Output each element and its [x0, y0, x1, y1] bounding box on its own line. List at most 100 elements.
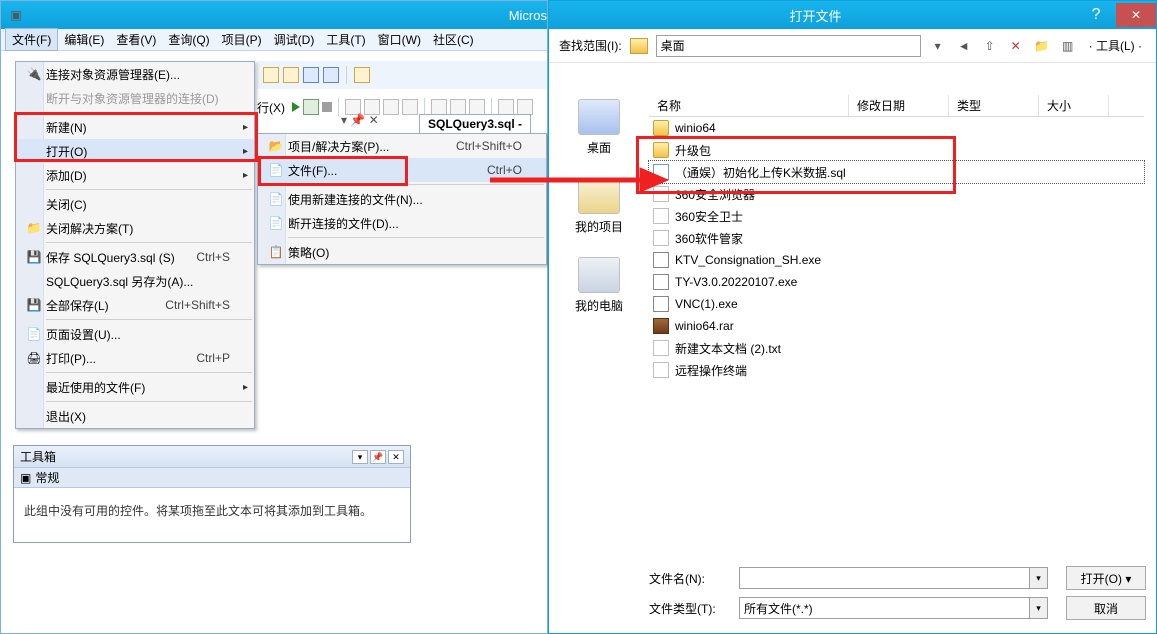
exe-icon [653, 252, 669, 268]
dropdown-icon[interactable]: ▾ [1029, 568, 1047, 588]
menu-new[interactable]: 新建(N)▸ [16, 115, 254, 139]
place-label: 我的电脑 [575, 297, 623, 314]
menu-page-setup[interactable]: 📄页面设置(U)... [16, 322, 254, 346]
close-button[interactable]: ✕ [1116, 3, 1156, 27]
file-row[interactable]: TY-V3.0.20220107.exe [649, 271, 1144, 293]
file-row[interactable]: winio64 [649, 117, 1144, 139]
folder-icon [653, 120, 669, 136]
app-icon: ▣ [7, 6, 25, 24]
menu-exit[interactable]: 退出(X) [16, 404, 254, 428]
file-row[interactable]: 360安全卫士 [649, 205, 1144, 227]
submenu-file-disconn[interactable]: 📄断开连接的文件(D)... [258, 211, 546, 235]
filetype-value: 所有文件(*.*) [744, 600, 813, 617]
menu-save-as[interactable]: SQLQuery3.sql 另存为(A)... [16, 269, 254, 293]
toolbar-icon[interactable] [283, 67, 299, 83]
open-file-dialog: 打开文件 ? ✕ 查找范围(I): ▾ ◄ ⇧ ✕ 📁 ▥ · 工具(L) · … [548, 0, 1157, 634]
dialog-title: 打开文件 [790, 6, 842, 25]
pin-icon[interactable]: 📌 [370, 450, 386, 464]
help-button[interactable]: ? [1076, 3, 1116, 27]
saveall-icon[interactable] [323, 67, 339, 83]
document-tabs: SQLQuery3.sql - [419, 111, 531, 133]
toolbar-icon[interactable] [354, 67, 370, 83]
file-list-header: 名称 修改日期 类型 大小 [649, 95, 1144, 117]
menu-tools[interactable]: 工具(T) [320, 29, 371, 50]
toolbox-panel: 工具箱 ▾ 📌 ✕ ▣常规 此组中没有可用的控件。将某项拖至此文本可将其添加到工… [13, 445, 411, 543]
menu-recent-files[interactable]: 最近使用的文件(F)▸ [16, 375, 254, 399]
file-name: TY-V3.0.20220107.exe [675, 275, 797, 289]
dropdown-icon[interactable]: ▾ [352, 450, 368, 464]
dropdown-icon[interactable]: ▾ [1029, 598, 1047, 618]
menu-query[interactable]: 查询(Q) [162, 29, 215, 50]
folder-icon [653, 142, 669, 158]
menu-close-solution[interactable]: 📁关闭解决方案(T) [16, 216, 254, 240]
dialog-titlebar: 打开文件 ? ✕ [549, 1, 1156, 29]
menu-window[interactable]: 窗口(W) [372, 29, 427, 50]
document-tab[interactable]: SQLQuery3.sql - [419, 114, 531, 133]
place-desktop[interactable]: 桌面 [559, 99, 639, 156]
menu-disconnect-objexplorer: 断开与对象资源管理器的连接(D) [16, 86, 254, 110]
menu-add[interactable]: 添加(D)▸ [16, 163, 254, 187]
place-label: 我的项目 [575, 218, 623, 235]
menu-project[interactable]: 项目(P) [216, 29, 268, 50]
toolbar-icon[interactable] [263, 67, 279, 83]
back-icon[interactable]: ◄ [955, 37, 973, 55]
lookin-input[interactable] [656, 35, 921, 57]
file-name: KTV_Consignation_SH.exe [675, 253, 821, 267]
file-name: 360安全浏览器 [675, 186, 755, 203]
gen-icon [653, 340, 669, 356]
menu-open[interactable]: 打开(O)▸ [16, 139, 254, 163]
menu-debug[interactable]: 调试(D) [268, 29, 321, 50]
file-row[interactable]: 新建文本文档 (2).txt [649, 337, 1144, 359]
delete-icon[interactable]: ✕ [1007, 37, 1025, 55]
up-icon[interactable]: ⇧ [981, 37, 999, 55]
filetype-select[interactable]: 所有文件(*.*) ▾ [739, 597, 1048, 619]
col-modified[interactable]: 修改日期 [849, 95, 949, 116]
filename-input[interactable]: ▾ [739, 567, 1048, 589]
submenu-project-solution[interactable]: 📂项目/解决方案(P)...Ctrl+Shift+O [258, 134, 546, 158]
file-row[interactable]: winio64.rar [649, 315, 1144, 337]
tools-dropdown[interactable]: · 工具(L) · [1085, 37, 1146, 54]
file-name: 360安全卫士 [675, 208, 743, 225]
col-type[interactable]: 类型 [949, 95, 1039, 116]
menu-edit[interactable]: 编辑(E) [58, 29, 110, 50]
execute-label: 行(X) [257, 99, 285, 116]
menu-community[interactable]: 社区(C) [427, 29, 480, 50]
file-row[interactable]: 360软件管家 [649, 227, 1144, 249]
col-name[interactable]: 名称 [649, 95, 849, 116]
menu-view[interactable]: 查看(V) [110, 29, 162, 50]
close-icon[interactable]: ✕ [388, 450, 404, 464]
views-icon[interactable]: ▥ [1059, 37, 1077, 55]
bottom-fields: 文件名(N): ▾ 打开(O) ▾ 文件类型(T): 所有文件(*.*)▾ 取消 [649, 563, 1146, 623]
file-row[interactable]: VNC(1).exe [649, 293, 1144, 315]
filetype-label: 文件类型(T): [649, 600, 731, 617]
save-icon[interactable] [303, 67, 319, 83]
toolbar-icon[interactable] [383, 99, 399, 115]
submenu-policy[interactable]: 📋策略(O) [258, 240, 546, 264]
newfolder-icon[interactable]: 📁 [1033, 37, 1051, 55]
place-computer[interactable]: 我的电脑 [559, 257, 639, 314]
place-label: 桌面 [587, 139, 611, 156]
open-button[interactable]: 打开(O) ▾ [1066, 566, 1146, 590]
cancel-button[interactable]: 取消 [1066, 596, 1146, 620]
menu-file[interactable]: 文件(F) [5, 28, 58, 51]
file-row[interactable]: （通娱）初始化上传K米数据.sql [649, 161, 1144, 183]
col-size[interactable]: 大小 [1039, 95, 1109, 116]
file-row[interactable]: 360安全浏览器 [649, 183, 1144, 205]
menu-print[interactable]: 🖨打印(P)...Ctrl+P [16, 346, 254, 370]
ssms-title: Micros [509, 8, 547, 23]
debug-icon[interactable] [303, 99, 319, 115]
menu-save-all[interactable]: 💾全部保存(L)Ctrl+Shift+S [16, 293, 254, 317]
stop-icon[interactable] [322, 102, 332, 112]
toolbox-group[interactable]: ▣常规 [14, 468, 410, 488]
file-row[interactable]: 升级包 [649, 139, 1144, 161]
toolbar-icon[interactable] [402, 99, 418, 115]
menu-connect-objexplorer[interactable]: 🔌连接对象资源管理器(E)... [16, 62, 254, 86]
tab-strip-controls[interactable]: ▾ 📌 ✕ [341, 113, 379, 127]
ssms-window: ▣ Micros 文件(F) 编辑(E) 查看(V) 查询(Q) 项目(P) 调… [0, 0, 548, 634]
menu-save[interactable]: 💾保存 SQLQuery3.sql (S)Ctrl+S [16, 245, 254, 269]
file-row[interactable]: KTV_Consignation_SH.exe [649, 249, 1144, 271]
file-row[interactable]: 远程操作终端 [649, 359, 1144, 381]
menu-close[interactable]: 关闭(C) [16, 192, 254, 216]
execute-icon[interactable] [292, 102, 300, 112]
dropdown-icon[interactable]: ▾ [929, 37, 947, 55]
